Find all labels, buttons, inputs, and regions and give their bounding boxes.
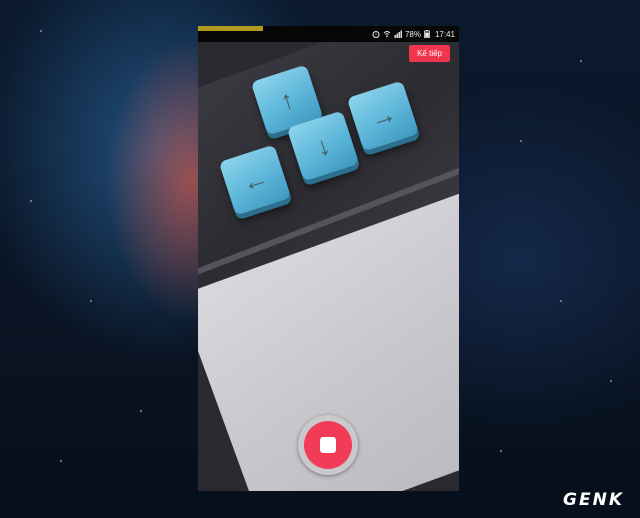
- record-button-inner: [304, 421, 352, 469]
- next-button[interactable]: Kế tiếp: [409, 45, 450, 62]
- stop-icon: [320, 437, 336, 453]
- wifi-icon: [383, 30, 391, 38]
- alarm-icon: [372, 30, 380, 38]
- battery-icon: [424, 30, 432, 38]
- clock: 17:41: [434, 29, 455, 39]
- stop-record-button[interactable]: [298, 415, 358, 475]
- genk-logo: GENK: [563, 490, 624, 510]
- signal-icon: [394, 30, 402, 38]
- battery-percent: 78%: [404, 29, 421, 39]
- phone-screen: ↑ ← ↓ → 78% 17:41 Kế tiếp: [198, 26, 459, 491]
- recording-progress-bar: [198, 26, 264, 31]
